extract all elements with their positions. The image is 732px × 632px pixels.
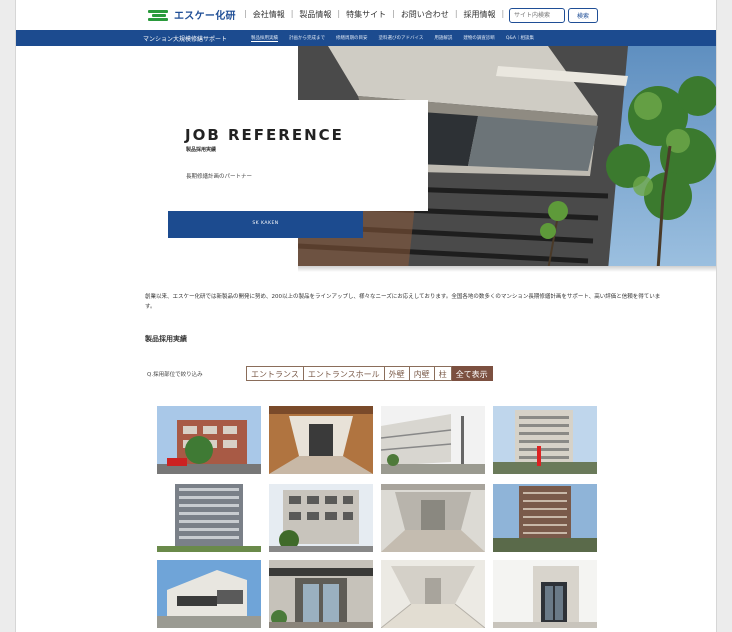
search-input[interactable]	[509, 8, 565, 23]
hero-banner-label: SK KAKEN	[252, 221, 279, 226]
gallery-image-brick-apartment[interactable]	[157, 406, 261, 474]
logo-mark-icon	[148, 8, 170, 22]
logo[interactable]: エスケー化研	[148, 7, 236, 22]
filter-interior-wall[interactable]: 内壁	[409, 366, 435, 381]
gallery-image-glass-entrance[interactable]	[493, 560, 597, 628]
gallery-image-high-rise[interactable]	[157, 484, 261, 552]
sub-nav-items: 製品採用実績 計画から完成まで 修繕周期の目安 塗料選びのアドバイス 用語解説 …	[251, 35, 534, 42]
page-frame: エスケー化研 | 会社情報 | 製品情報 | 特集サイト | お問い合わせ | …	[15, 0, 717, 632]
filter-entrance[interactable]: エントランス	[246, 366, 304, 381]
page-title: JOB REFERENCE	[185, 126, 344, 144]
gallery-image-brown-tower[interactable]	[493, 484, 597, 552]
logo-text: エスケー化研	[174, 11, 236, 22]
gallery-image-entrance-canopy[interactable]	[269, 560, 373, 628]
subnav-item-survey[interactable]: 建物の調査診断	[463, 35, 495, 42]
gallery-image-modern-house[interactable]	[157, 560, 261, 628]
subnav-item-glossary[interactable]: 用語解説	[434, 35, 452, 42]
sub-nav: マンション大規模修繕サポート 製品採用実績 計画から完成まで 修繕周期の目安 塗…	[16, 30, 716, 46]
filter-entrance-hall[interactable]: エントランスホール	[303, 366, 385, 381]
nav-feature-site[interactable]: 特集サイト	[346, 9, 386, 20]
site-label[interactable]: マンション大規模修繕サポート	[143, 34, 227, 43]
site-search: 検索	[509, 8, 598, 23]
filter-show-all[interactable]: 全て表示	[451, 366, 493, 381]
job-reference-card: JOB REFERENCE 製品採用実績 長期修繕計画のパートナー	[168, 100, 428, 211]
gallery-image-entrance-hall[interactable]	[269, 406, 373, 474]
nav-recruit[interactable]: 採用情報	[464, 9, 496, 20]
subnav-item-paint-advice[interactable]: 塗料選びのアドバイス	[379, 35, 424, 42]
gallery-image-mid-rise[interactable]	[269, 484, 373, 552]
hero-shadow	[298, 266, 716, 272]
search-button[interactable]: 検索	[568, 8, 598, 23]
nav-contact[interactable]: お問い合わせ	[401, 9, 449, 20]
subnav-item-references[interactable]: 製品採用実績	[251, 35, 278, 42]
filter-exterior-wall[interactable]: 外壁	[384, 366, 410, 381]
gallery-image-tower[interactable]	[493, 406, 597, 474]
page-subtitle: 製品採用実績	[186, 147, 217, 153]
section-title: 製品採用実績	[145, 335, 187, 343]
gallery-image-white-building[interactable]	[381, 406, 485, 474]
gallery-image-lobby[interactable]	[381, 484, 485, 552]
nav-products[interactable]: 製品情報	[299, 9, 331, 20]
subnav-item-plan[interactable]: 計画から完成まで	[289, 35, 325, 42]
filter-group: エントランス エントランスホール 外壁 内壁 柱 全て表示	[246, 366, 493, 381]
top-header: エスケー化研 | 会社情報 | 製品情報 | 特集サイト | お問い合わせ | …	[16, 0, 716, 30]
top-nav: | 会社情報 | 製品情報 | 特集サイト | お問い合わせ | 採用情報 |	[244, 9, 505, 20]
subnav-item-faq[interactable]: Q&A｜相談集	[506, 35, 534, 42]
hero-banner: SK KAKEN	[168, 211, 363, 238]
nav-company[interactable]: 会社情報	[253, 9, 285, 20]
intro-text: 創業以来、エスケー化研では新製品の開発に努め、200以上の製品をラインアップし、…	[145, 294, 661, 310]
filter-pillar[interactable]: 柱	[434, 366, 452, 381]
hero-tagline: 長期修繕計画のパートナー	[186, 174, 253, 180]
filter-label: Q.採用部位で絞り込み	[147, 372, 203, 378]
gallery-image-corridor[interactable]	[381, 560, 485, 628]
subnav-item-cycle[interactable]: 修繕周期の目安	[336, 35, 368, 42]
